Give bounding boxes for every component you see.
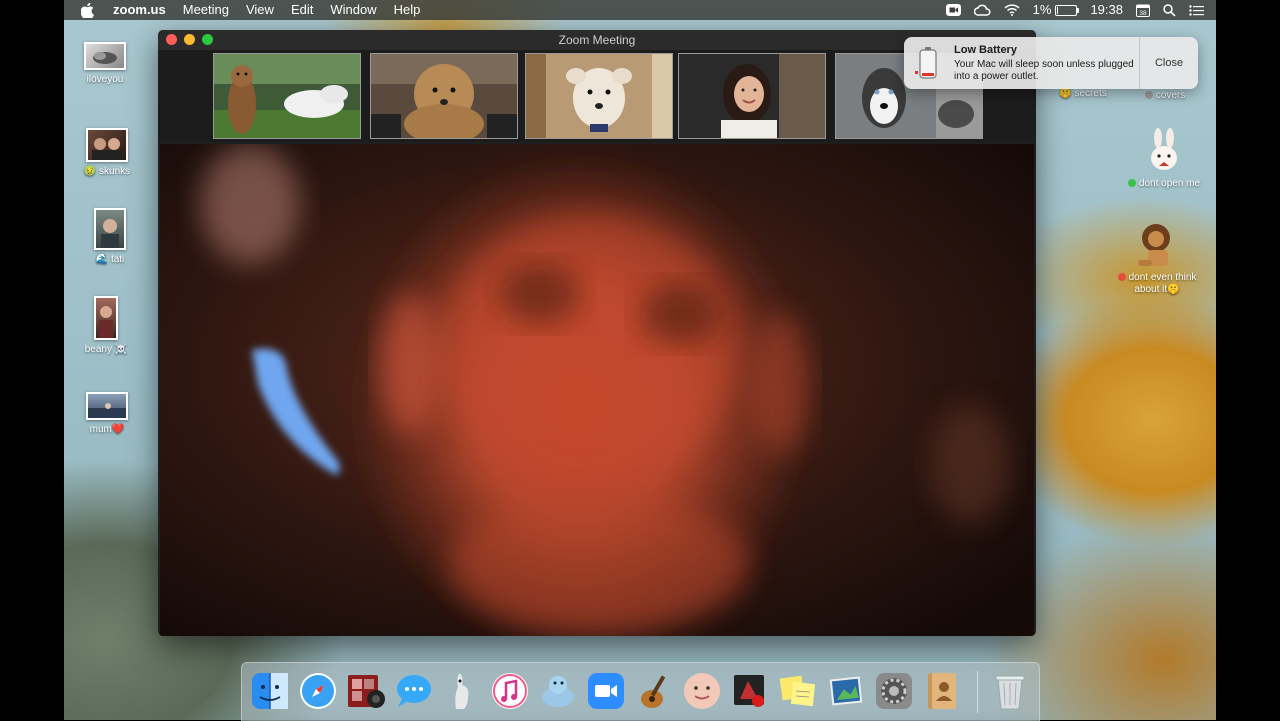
desktop-icon-beany[interactable]: beany ☠️ [84, 296, 128, 355]
notification-close-button[interactable]: Close [1139, 37, 1198, 89]
desktop-icon-covers[interactable]: covers [1140, 90, 1190, 101]
battery-alert-icon [914, 45, 942, 81]
menu-clock[interactable]: 19:38 [1090, 0, 1123, 20]
minimize-window-button[interactable] [184, 34, 195, 45]
wifi-icon[interactable] [1004, 4, 1020, 16]
window-controls [166, 34, 213, 45]
desktop-icon-skunks[interactable]: 🤢 skunks [82, 128, 132, 177]
desktop-icon-label: beany [84, 344, 112, 355]
contacts-icon[interactable] [920, 669, 964, 713]
menu-app-name[interactable]: zoom.us [113, 0, 166, 20]
tag-red-icon [1117, 273, 1126, 282]
desktop-icon-tati[interactable]: 🌊 tati [88, 208, 132, 265]
desktop-icon-label: dont open me [1138, 178, 1201, 189]
bunny-sticker-icon [1147, 128, 1181, 172]
desktop-icon-dont-open-me[interactable]: dont open me [1122, 128, 1206, 189]
zoom-app-icon[interactable] [584, 669, 628, 713]
participant-tile-fluffy-dog[interactable] [370, 53, 518, 139]
menu-view[interactable]: View [246, 0, 274, 20]
battery-percent: 1% [1032, 2, 1052, 17]
emoji-shush-icon: 🤫 [1059, 88, 1072, 99]
dock [241, 662, 1040, 721]
emoji-sick-icon: 🤢 [83, 166, 97, 177]
sequel-pro-icon[interactable] [536, 669, 580, 713]
menu-bar: zoom.us Meeting View Edit Window Help 1%… [64, 0, 1216, 20]
system-preferences-icon[interactable] [872, 669, 916, 713]
menu-window[interactable]: Window [330, 0, 376, 20]
stickies-icon[interactable] [776, 669, 820, 713]
preview-photos-icon[interactable] [824, 669, 868, 713]
desktop-icon-dont-even-think-about-it[interactable]: dont even think about it🤫 [1112, 220, 1202, 296]
memoji-icon[interactable] [680, 669, 724, 713]
desktop-icon-label: dont even think about it [1128, 272, 1197, 295]
emoji-wave-icon: 🌊 [95, 254, 109, 265]
maximize-window-button[interactable] [202, 34, 213, 45]
desktop-icon-label: secrets [1074, 88, 1107, 99]
photo-thumbnail [94, 296, 118, 340]
creative-cloud-icon[interactable] [973, 4, 991, 16]
photo-booth-icon[interactable] [344, 669, 388, 713]
menu-meeting[interactable]: Meeting [183, 0, 229, 20]
desktop-icon-label: skunks [99, 166, 131, 177]
emoji-shush-icon: 🤫 [1167, 284, 1180, 295]
dock-separator [977, 671, 978, 713]
photo-thumbnail [86, 392, 128, 420]
desktop-icon-label: covers [1155, 90, 1186, 101]
active-speaker-video[interactable] [160, 144, 1034, 636]
calendar-day: 38 [1139, 10, 1147, 17]
desktop-icon-label: mum [89, 424, 112, 435]
photo-thumbnail [86, 128, 128, 162]
letterbox-right [1216, 0, 1280, 720]
photo-thumbnail [84, 42, 126, 70]
desktop-icon-iloveyou[interactable]: iloveyou [80, 42, 130, 85]
menu-edit[interactable]: Edit [291, 0, 313, 20]
apple-icon[interactable] [81, 2, 95, 18]
low-battery-notification[interactable]: Low Battery Your Mac will sleep soon unl… [904, 37, 1198, 89]
emoji-heart-icon: ❤️ [111, 424, 125, 435]
zoom-meeting-window[interactable]: Zoom Meeting [158, 30, 1036, 636]
menu-help[interactable]: Help [394, 0, 421, 20]
photo-thumbnail [94, 208, 126, 250]
desktop-icon-label: iloveyou [86, 74, 124, 85]
tag-green-icon [1127, 179, 1136, 188]
safari-icon[interactable] [296, 669, 340, 713]
letterbox-left [0, 0, 64, 720]
calendar-icon[interactable]: 38 [1136, 4, 1150, 17]
itunes-icon[interactable] [488, 669, 532, 713]
participant-tile-smiling-woman[interactable] [678, 53, 826, 139]
notification-body: Your Mac will sleep soon unless plugged … [954, 58, 1134, 82]
emoji-skull-icon: ☠️ [114, 344, 128, 355]
battery-status[interactable]: 1% [1032, 0, 1080, 20]
tag-gray-icon [1144, 91, 1153, 100]
desktop-icon-secrets[interactable]: 🤫 secrets [1058, 88, 1108, 99]
participant-tile-dog-in-garden[interactable] [213, 53, 361, 139]
notification-center-icon[interactable] [1189, 4, 1204, 16]
trash-icon[interactable] [988, 669, 1032, 713]
desktop-icon-mum[interactable]: mum❤️ [84, 392, 130, 435]
garageband-icon[interactable] [632, 669, 676, 713]
window-title: Zoom Meeting [558, 33, 636, 47]
close-window-button[interactable] [166, 34, 177, 45]
lion-sticker-icon [1134, 220, 1180, 268]
participant-tile-white-dog[interactable] [525, 53, 673, 139]
notification-title: Low Battery [954, 43, 1017, 56]
zoom-status-icon[interactable] [945, 4, 961, 16]
desktop-icon-label: tati [110, 254, 125, 265]
finder-icon[interactable] [248, 669, 292, 713]
messages-icon[interactable] [392, 669, 436, 713]
spotlight-search-icon[interactable] [1163, 3, 1176, 17]
photo-app-icon[interactable] [728, 669, 772, 713]
preview-icon[interactable] [440, 669, 484, 713]
battery-icon [1055, 4, 1080, 16]
